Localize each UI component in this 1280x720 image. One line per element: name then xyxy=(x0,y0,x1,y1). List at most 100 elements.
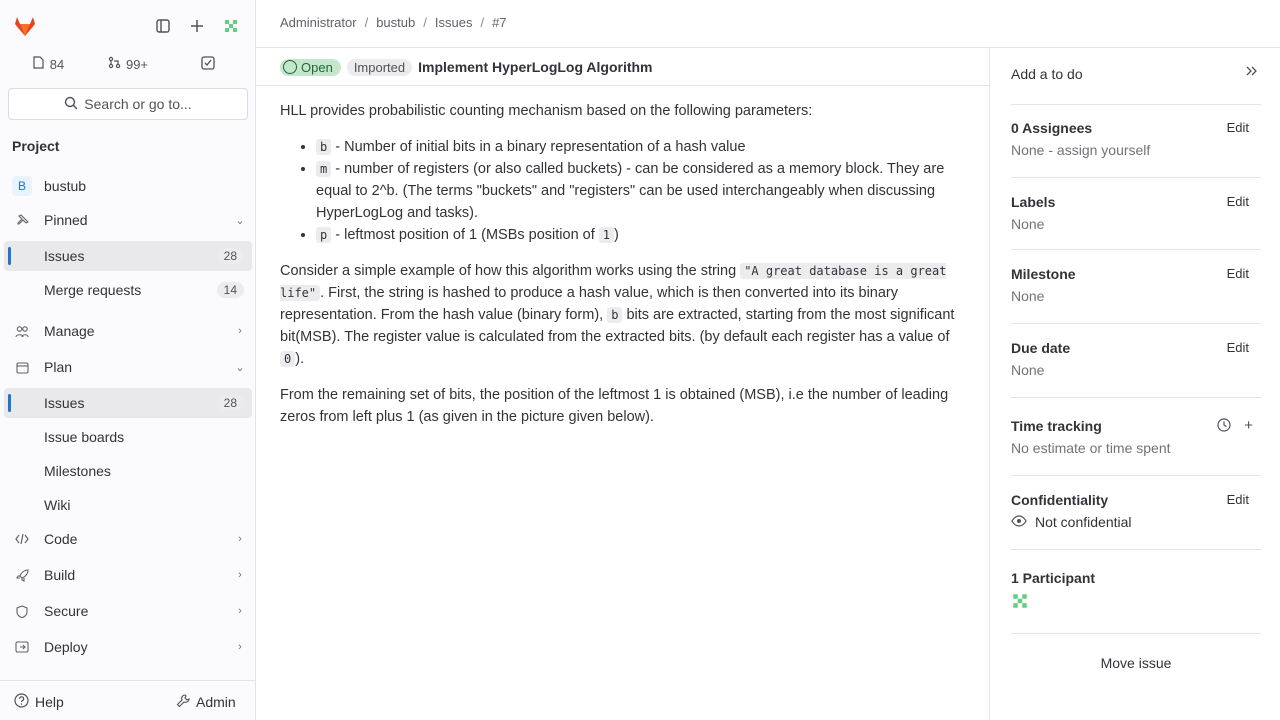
labels-value: None xyxy=(1011,216,1045,232)
merge-requests-count-badge: 14 xyxy=(216,282,244,298)
breadcrumb-separator: / xyxy=(423,15,427,30)
panel-icon[interactable] xyxy=(148,12,178,40)
edit-assignees-button[interactable]: Edit xyxy=(1227,120,1249,135)
description-image[interactable] xyxy=(280,442,682,712)
sidebar-item-label: Manage xyxy=(44,323,95,339)
params-list: b - Number of initial bits in a binary r… xyxy=(316,136,970,246)
help-button[interactable]: Help xyxy=(14,689,64,715)
sidebar-item-project[interactable]: B bustub xyxy=(4,171,252,201)
breadcrumb-separator: / xyxy=(364,15,369,30)
inline-code: b xyxy=(607,307,623,323)
sidebar-item-merge-requests[interactable]: Merge requests 14 xyxy=(4,275,252,305)
sidebar-item-label: Deploy xyxy=(44,639,88,655)
users-icon xyxy=(4,325,40,338)
move-issue-button[interactable]: Move issue xyxy=(1011,648,1261,678)
assignees-value: None - xyxy=(1011,142,1057,158)
sidebar-item-label: Wiki xyxy=(44,497,71,513)
imported-badge: Imported xyxy=(346,58,413,76)
add-todo-button[interactable]: Add a to do xyxy=(1011,66,1083,82)
collapse-sidebar-icon[interactable] xyxy=(1244,64,1258,81)
sidebar-item-wiki[interactable]: Wiki xyxy=(4,490,252,520)
sidebar-item-label: Build xyxy=(44,567,76,583)
breadcrumb-issue-number[interactable]: #7 xyxy=(492,15,506,30)
description-intro: HLL provides probabilistic counting mech… xyxy=(280,103,813,119)
list-item: b - Number of initial bits in a binary r… xyxy=(316,136,970,158)
issue-title[interactable]: Implement HyperLogLog Algorithm xyxy=(418,59,652,75)
edit-milestone-button[interactable]: Edit xyxy=(1227,266,1249,281)
chevron-right-icon: › xyxy=(238,605,242,617)
status-label: Open xyxy=(301,59,333,75)
sidebar-item-issues-pinned[interactable]: Issues 28 xyxy=(4,241,252,271)
todo-counter[interactable] xyxy=(168,48,248,80)
issues-count-badge: 28 xyxy=(216,395,244,411)
chevron-right-icon: › xyxy=(238,641,242,653)
search-icon xyxy=(64,96,78,113)
confidentiality-section: Confidentiality Not confidential Edit xyxy=(1011,492,1261,550)
edit-confidentiality-button[interactable]: Edit xyxy=(1227,492,1249,507)
merge-request-icon xyxy=(108,56,121,72)
rocket-icon xyxy=(4,568,40,582)
plus-icon[interactable] xyxy=(182,12,212,40)
sidebar-item-milestones[interactable]: Milestones xyxy=(4,456,252,486)
sidebar-item-label: Code xyxy=(44,531,78,547)
issues-count: 84 xyxy=(49,56,65,72)
sidebar-item-deploy[interactable]: Deploy › xyxy=(4,632,252,662)
chevron-right-icon: › xyxy=(238,569,242,581)
user-counters: 84 99+ xyxy=(8,48,248,80)
edit-labels-button[interactable]: Edit xyxy=(1227,194,1249,209)
todo-check-icon xyxy=(201,55,215,73)
breadcrumb-administrator[interactable]: Administrator xyxy=(280,15,357,30)
confidentiality-title: Confidentiality xyxy=(1011,492,1109,508)
admin-button[interactable]: Admin xyxy=(176,689,236,715)
sidebar-item-plan[interactable]: Plan ⌄ xyxy=(4,352,252,382)
eye-icon xyxy=(1011,514,1027,530)
breadcrumb-project[interactable]: bustub xyxy=(376,15,415,30)
sidebar-item-issue-boards[interactable]: Issue boards xyxy=(4,422,252,452)
open-status-icon xyxy=(283,60,297,74)
participant-avatar[interactable] xyxy=(1011,592,1033,614)
search-button[interactable]: Search or go to... xyxy=(8,88,248,120)
left-sidebar: 84 99+ Search or go to... Project B bust… xyxy=(0,0,256,720)
time-tracking-value: No estimate or time spent xyxy=(1011,440,1171,456)
section-title-project: Project xyxy=(12,138,60,154)
due-date-value: None xyxy=(1011,362,1045,378)
gitlab-logo-icon[interactable] xyxy=(10,12,40,40)
labels-section: Labels None Edit xyxy=(1011,194,1261,250)
list-item: m - number of registers (or also called … xyxy=(316,158,970,224)
sidebar-item-pinned[interactable]: Pinned ⌄ xyxy=(4,205,252,235)
sidebar-item-label: Issues xyxy=(44,248,85,264)
milestone-value: None xyxy=(1011,288,1045,304)
sidebar-item-label: bustub xyxy=(44,178,87,194)
sidebar-item-build[interactable]: Build › xyxy=(4,560,252,590)
sidebar-item-manage[interactable]: Manage › xyxy=(4,316,252,346)
divider xyxy=(1011,104,1261,105)
edit-due-date-button[interactable]: Edit xyxy=(1227,340,1249,355)
right-sidebar: Add a to do 0 Assignees None - assign yo… xyxy=(991,48,1280,720)
due-date-title: Due date xyxy=(1011,340,1071,356)
chevron-down-icon: ⌄ xyxy=(235,214,245,227)
breadcrumb-separator: / xyxy=(480,15,485,30)
help-label: Help xyxy=(35,694,64,710)
breadcrumb-issues[interactable]: Issues xyxy=(435,15,473,30)
chevron-down-icon: ⌄ xyxy=(235,361,245,374)
sidebar-item-code[interactable]: Code › xyxy=(4,524,252,554)
milestone-title: Milestone xyxy=(1011,266,1076,282)
issues-counter[interactable]: 84 xyxy=(8,48,88,80)
assign-yourself-link[interactable]: assign yourself xyxy=(1057,142,1150,158)
issues-icon xyxy=(32,56,45,72)
merge-requests-counter[interactable]: 99+ xyxy=(88,48,168,80)
clock-icon[interactable] xyxy=(1217,418,1231,435)
shield-icon xyxy=(4,604,40,618)
plus-icon[interactable]: + xyxy=(1244,417,1253,434)
project-avatar: B xyxy=(12,176,32,196)
user-avatar-icon[interactable] xyxy=(216,12,246,40)
plan-icon xyxy=(4,361,40,374)
description-paragraph: Consider a simple example of how this al… xyxy=(280,263,955,367)
assignees-title: 0 Assignees xyxy=(1011,120,1093,136)
confidentiality-value: Not confidential xyxy=(1035,514,1132,530)
sidebar-item-issues[interactable]: Issues 28 xyxy=(4,388,252,418)
sidebar-item-label: Pinned xyxy=(44,212,88,228)
sidebar-item-secure[interactable]: Secure › xyxy=(4,596,252,626)
milestone-section: Milestone None Edit xyxy=(1011,266,1261,324)
sidebar-item-label: Secure xyxy=(44,603,89,619)
